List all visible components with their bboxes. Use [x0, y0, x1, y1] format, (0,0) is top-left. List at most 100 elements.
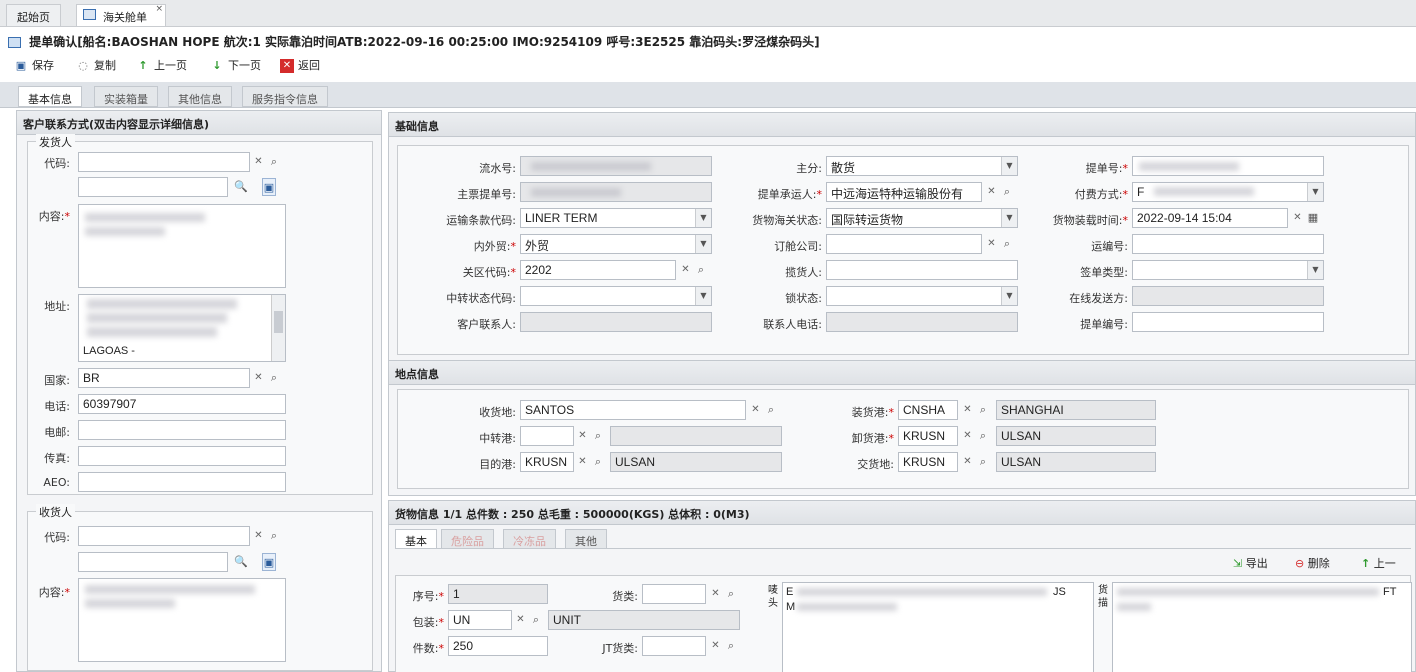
customs-input[interactable]: 2202 — [520, 260, 676, 280]
save-icon[interactable]: ▣ — [262, 178, 276, 196]
prev-page-button[interactable]: ↑ 上一页 — [136, 57, 187, 73]
search-icon[interactable]: 🔍 — [234, 553, 248, 571]
clear-icon[interactable]: ✕ — [709, 585, 722, 603]
bl-code-input[interactable] — [1132, 312, 1324, 332]
search-icon[interactable]: 🔍 — [234, 178, 248, 196]
chevron-down-icon[interactable]: ▼ — [695, 235, 711, 253]
sign-type-select[interactable] — [1132, 260, 1324, 280]
booking-input[interactable] — [826, 234, 982, 254]
clear-icon[interactable]: ✕ — [709, 637, 722, 655]
search-icon[interactable]: ⌕ — [976, 401, 990, 419]
search-icon[interactable]: ⌕ — [267, 369, 281, 387]
address-scrollbar[interactable] — [271, 295, 285, 361]
shipper-aeo-input[interactable] — [78, 472, 286, 492]
load-code-input[interactable]: CNSHA — [898, 400, 958, 420]
move-up-button[interactable]: ↑ 上一 — [1361, 555, 1396, 571]
clear-icon[interactable]: ✕ — [679, 261, 692, 279]
split-select[interactable]: 散货 — [826, 156, 1018, 176]
scroll-thumb[interactable] — [274, 311, 283, 333]
search-icon[interactable]: ⌕ — [267, 527, 281, 545]
clear-icon[interactable]: ✕ — [576, 453, 589, 471]
shipper-email-input[interactable] — [78, 420, 286, 440]
hold-select[interactable] — [826, 286, 1018, 306]
search-icon[interactable]: ⌕ — [764, 401, 778, 419]
close-icon[interactable]: × — [155, 4, 163, 14]
trade-select[interactable]: 外贸 — [520, 234, 712, 254]
search-icon[interactable]: ⌕ — [1000, 183, 1014, 201]
search-icon[interactable]: ⌕ — [976, 427, 990, 445]
clear-icon[interactable]: ✕ — [252, 369, 265, 387]
pkg-code-input[interactable]: UN — [448, 610, 512, 630]
shipper-code-input[interactable] — [78, 152, 250, 172]
search-icon[interactable]: ⌕ — [976, 453, 990, 471]
loading-time-input[interactable]: 2022-09-14 15:04 — [1132, 208, 1288, 228]
transit-select[interactable] — [520, 286, 712, 306]
clear-icon[interactable]: ✕ — [1291, 209, 1304, 227]
chevron-down-icon[interactable]: ▼ — [1001, 209, 1017, 227]
carrier-input[interactable]: 中远海运特种运输股份有 — [826, 182, 982, 202]
save-button[interactable]: ▣ 保存 — [14, 57, 54, 73]
clear-icon[interactable]: ✕ — [749, 401, 762, 419]
search-icon[interactable]: ⌕ — [529, 611, 543, 629]
count-input[interactable]: 250 — [448, 636, 548, 656]
search-icon[interactable]: ⌕ — [1000, 235, 1014, 253]
delete-button[interactable]: ⊖ 删除 — [1295, 555, 1330, 571]
search-icon[interactable]: ⌕ — [267, 153, 281, 171]
shipper-address-area[interactable]: LAGOAS - — [78, 294, 286, 362]
copy-button[interactable]: ◌ 复制 — [76, 57, 116, 73]
shipper-content-area[interactable] — [78, 204, 286, 288]
tab-container-qty[interactable]: 实装箱量 — [94, 86, 158, 107]
tab-cargo-basic[interactable]: 基本 — [395, 529, 437, 549]
next-page-button[interactable]: ↓ 下一页 — [210, 57, 261, 73]
dest-code-input[interactable]: KRUSN — [520, 452, 574, 472]
marks-area[interactable]: E JS M — [782, 582, 1094, 672]
chevron-down-icon[interactable]: ▼ — [695, 209, 711, 227]
search-icon[interactable]: ⌕ — [591, 427, 605, 445]
bl-no-input[interactable] — [1132, 156, 1324, 176]
tab-cargo-other[interactable]: 其他 — [565, 529, 607, 549]
delivery-code-input[interactable]: KRUSN — [898, 452, 958, 472]
shipper-search-input[interactable] — [78, 177, 228, 197]
clear-icon[interactable]: ✕ — [514, 611, 527, 629]
export-button[interactable]: ⇲ 导出 — [1233, 555, 1268, 571]
customs-status-select[interactable]: 国际转运货物 — [826, 208, 1018, 228]
tab-start-page[interactable]: 起始页 — [6, 4, 61, 26]
tab-service-instruction[interactable]: 服务指令信息 — [242, 86, 328, 107]
save-icon[interactable]: ▣ — [262, 553, 276, 571]
tab-customs-manifest[interactable]: 海关舱单 × — [76, 4, 166, 26]
transport-terms-select[interactable]: LINER TERM — [520, 208, 712, 228]
clear-icon[interactable]: ✕ — [576, 427, 589, 445]
clear-icon[interactable]: ✕ — [985, 235, 998, 253]
tab-basic-info[interactable]: 基本信息 — [18, 86, 82, 107]
receipt-input[interactable]: SANTOS — [520, 400, 746, 420]
shipper-phone-input[interactable]: 60397907 — [78, 394, 286, 414]
transship-code-input[interactable] — [520, 426, 574, 446]
calendar-icon[interactable]: ▦ — [1306, 209, 1320, 227]
tab-reefer[interactable]: 冷冻品 — [503, 529, 556, 549]
chevron-down-icon[interactable]: ▼ — [1001, 157, 1017, 175]
back-button[interactable]: ✕ 返回 — [280, 57, 320, 73]
consignee-search-input[interactable] — [78, 552, 228, 572]
search-icon[interactable]: ⌕ — [694, 261, 708, 279]
chevron-down-icon[interactable]: ▼ — [1001, 287, 1017, 305]
clear-icon[interactable]: ✕ — [961, 453, 974, 471]
forwarder-input[interactable] — [826, 260, 1018, 280]
consignee-code-input[interactable] — [78, 526, 250, 546]
clear-icon[interactable]: ✕ — [252, 527, 265, 545]
chevron-down-icon[interactable]: ▼ — [695, 287, 711, 305]
clear-icon[interactable]: ✕ — [961, 427, 974, 445]
chevron-down-icon[interactable]: ▼ — [1307, 183, 1323, 201]
shipper-country-input[interactable]: BR — [78, 368, 250, 388]
clear-icon[interactable]: ✕ — [252, 153, 265, 171]
chevron-down-icon[interactable]: ▼ — [1307, 261, 1323, 279]
tab-dangerous-goods[interactable]: 危险品 — [441, 529, 494, 549]
shipper-fax-input[interactable] — [78, 446, 286, 466]
discharge-code-input[interactable]: KRUSN — [898, 426, 958, 446]
jt-goods-input[interactable] — [642, 636, 706, 656]
goods-input[interactable] — [642, 584, 706, 604]
search-icon[interactable]: ⌕ — [724, 637, 738, 655]
tab-other-info[interactable]: 其他信息 — [168, 86, 232, 107]
consignee-content-area[interactable] — [78, 578, 286, 662]
search-icon[interactable]: ⌕ — [724, 585, 738, 603]
search-icon[interactable]: ⌕ — [591, 453, 605, 471]
